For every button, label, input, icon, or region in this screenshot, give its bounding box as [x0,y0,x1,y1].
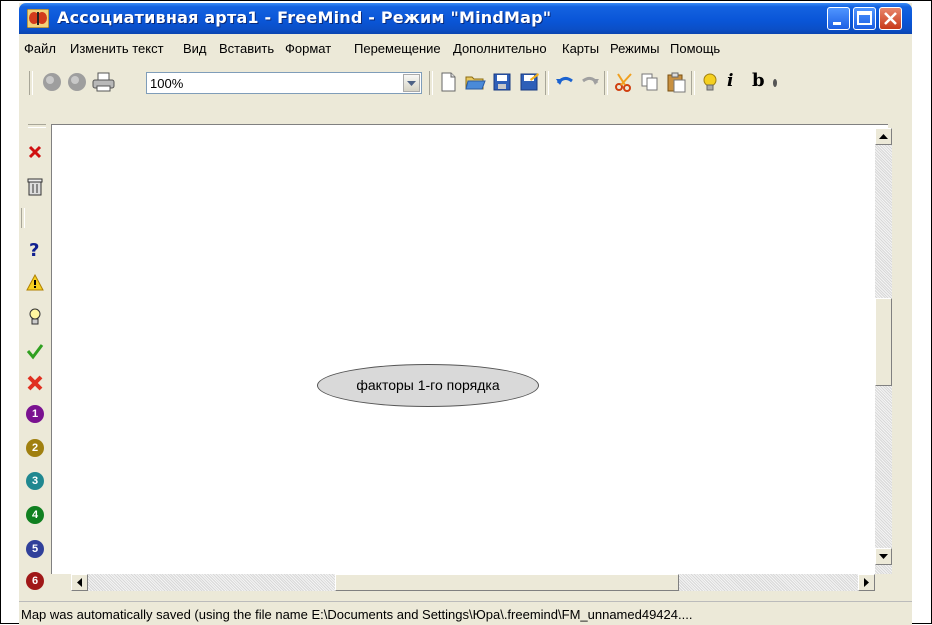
menu-navigate[interactable]: Перемещение [354,41,441,56]
priority-3-icon[interactable]: 3 [26,472,44,490]
minimize-icon [833,22,841,25]
idea-icon[interactable] [26,307,44,325]
priority-5-icon[interactable]: 5 [26,540,44,558]
menu-help[interactable]: Помощь [670,41,720,56]
menu-modes[interactable]: Режимы [610,41,659,56]
forward-icon[interactable] [66,71,88,93]
toolbar-separator [604,71,608,95]
cut-icon[interactable] [613,71,635,93]
chevron-down-icon [407,81,416,86]
zoom-select[interactable]: 100% [146,72,422,94]
italic-button[interactable]: i [727,71,749,93]
scroll-right-button[interactable] [858,574,875,591]
priority-4-icon[interactable]: 4 [26,506,44,524]
arrow-left-icon [77,578,82,587]
toolbar-overflow-icon[interactable] [770,71,780,93]
redo-icon[interactable] [579,71,601,93]
arrow-right-icon [864,578,869,587]
zoom-dropdown-button[interactable] [403,74,420,92]
minimize-button[interactable] [827,7,850,30]
iconbar-separator [28,124,46,128]
icon-toolbar: ? 1 2 3 4 5 6 [19,122,49,594]
horizontal-scroll-thumb[interactable] [335,574,679,591]
toolbar-separator [545,71,549,95]
save-as-icon[interactable] [518,71,540,93]
svg-text:?: ? [29,240,39,258]
menu-insert[interactable]: Вставить [219,41,274,56]
menu-maps[interactable]: Карты [562,41,599,56]
warning-icon[interactable] [26,274,44,292]
cross-icon[interactable] [26,374,44,392]
menu-bar: Файл Изменить текст Вид Вставить Формат … [19,34,912,62]
title-bar[interactable]: Ассоциативная арта1 - FreeMind - Режим "… [19,3,912,34]
scroll-down-button[interactable] [875,548,892,565]
toolbar-separator [29,71,33,95]
menu-file[interactable]: Файл [24,41,56,56]
horizontal-scrollbar[interactable] [71,574,875,591]
toolbar-separator [691,71,695,95]
status-message: Map was automatically saved (using the f… [21,607,693,622]
maximize-button[interactable] [853,7,876,30]
iconbar-separator [21,208,25,228]
question-icon[interactable]: ? [26,240,44,258]
toolbar-separator [429,71,433,95]
print-icon[interactable] [91,71,117,93]
remove-last-icon[interactable] [26,143,44,161]
paste-icon[interactable] [665,71,687,93]
window-title: Ассоциативная арта1 - FreeMind - Режим "… [57,8,552,27]
lightbulb-icon[interactable] [699,71,721,93]
scroll-left-button[interactable] [71,574,88,591]
maximize-icon [857,11,872,25]
priority-2-icon[interactable]: 2 [26,439,44,457]
copy-icon[interactable] [639,71,661,93]
menu-view[interactable]: Вид [183,41,207,56]
remove-all-icon[interactable] [26,178,44,196]
save-icon[interactable] [491,71,513,93]
close-button[interactable] [879,7,902,30]
zoom-value: 100% [150,76,184,91]
scroll-up-button[interactable] [875,128,892,145]
status-bar: Map was automatically saved (using the f… [19,601,912,625]
priority-6-icon[interactable]: 6 [26,572,44,590]
close-icon [884,12,897,25]
undo-icon[interactable] [554,71,576,93]
arrow-down-icon [879,554,888,559]
priority-1-icon[interactable]: 1 [26,405,44,423]
vertical-scroll-thumb[interactable] [875,298,892,386]
freemind-butterfly-icon [27,9,49,28]
menu-format[interactable]: Формат [285,41,331,56]
vertical-scrollbar[interactable] [875,128,892,574]
open-folder-icon[interactable] [464,71,486,93]
menu-edit-text[interactable]: Изменить текст [70,41,164,56]
check-icon[interactable] [26,342,44,360]
new-map-icon[interactable] [437,71,459,93]
back-icon[interactable] [41,71,63,93]
root-node[interactable]: факторы 1-го порядка [317,364,539,407]
menu-tools[interactable]: Дополнительно [453,41,547,56]
freemind-window: Ассоциативная арта1 - FreeMind - Режим "… [19,3,912,625]
main-toolbar: 100% i b [19,62,912,122]
arrow-up-icon [879,134,888,139]
mindmap-canvas[interactable]: факторы 1-го порядка [51,124,888,574]
